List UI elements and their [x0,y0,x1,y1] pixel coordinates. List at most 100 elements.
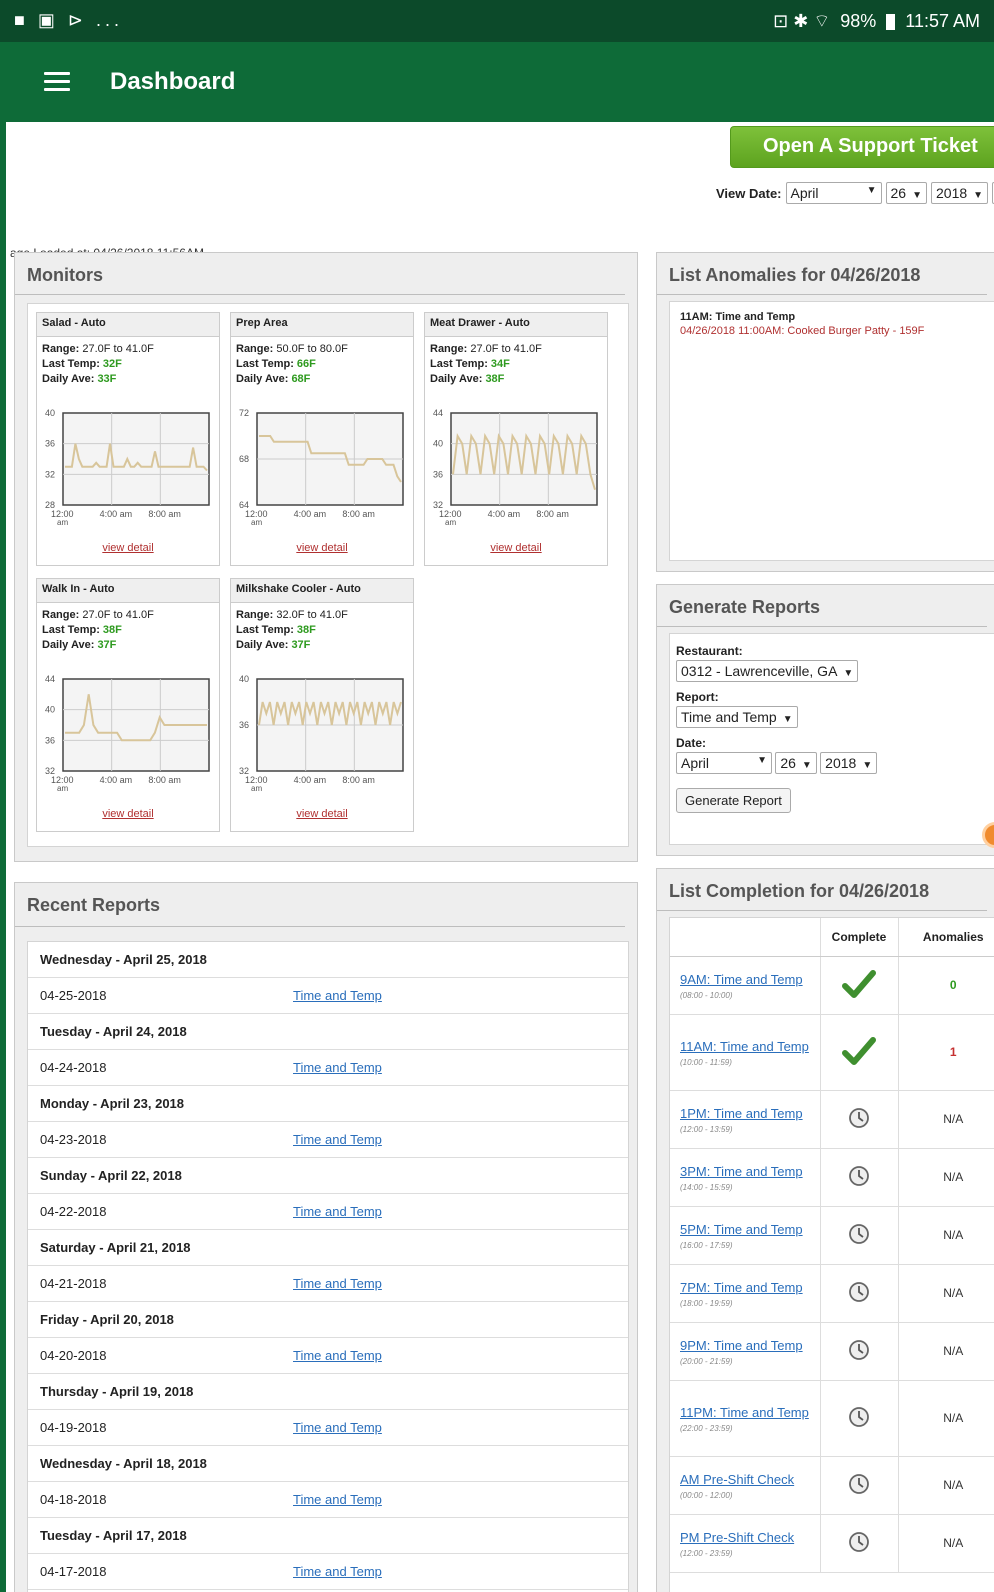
completion-panel: List Completion for 04/26/2018 Complete … [656,868,994,1592]
checklist-time-range: (12:00 - 13:59) [680,1124,733,1134]
range-label: Range: [236,343,274,355]
view-detail-link[interactable]: view detail [296,808,347,820]
y-tick-label: 44 [45,674,55,684]
temperature-chart: 4440363212:00 4:00 am 8:00 amam [433,408,598,527]
report-year-select[interactable]: 2018 ▼ [820,752,878,774]
complete-status [819,1456,898,1515]
complete-status [819,1264,898,1323]
report-link[interactable]: Time and Temp [293,988,382,1003]
view-date-year-select[interactable]: 2018 ▼ [931,182,989,204]
last-temp-value: 38F [102,624,122,636]
x-tick-label: 4:00 am [100,775,133,785]
anomaly-item-detail[interactable]: 04/26/2018 11:00AM: Cooked Burger Patty … [680,324,994,338]
daily-ave-value: 33F [97,373,117,385]
report-link[interactable]: Time and Temp [293,1420,382,1435]
monitor-card: Milkshake Cooler - Auto Range: 32.0F to 4… [230,578,414,832]
date-label: Date: [676,736,707,750]
view-detail-link[interactable]: view detail [296,542,347,554]
checklist-link[interactable]: 3PM: Time and Temp [680,1163,810,1180]
report-link[interactable]: Time and Temp [293,1060,382,1075]
y-tick-label: 40 [433,439,443,449]
report-link[interactable]: Time and Temp [293,1564,382,1579]
generate-report-button[interactable]: Generate Report [676,788,791,813]
checklist-link[interactable]: 9AM: Time and Temp [680,971,810,988]
checklist-link[interactable]: 1PM: Time and Temp [680,1105,810,1122]
x-tick-label: 4:00 am [100,509,133,519]
clock-icon [849,1339,869,1360]
x-tick-label: 4:00 am [488,509,521,519]
checklist-link[interactable]: 5PM: Time and Temp [680,1221,810,1238]
app-bar: Dashboard [0,42,994,122]
view-detail-link[interactable]: view detail [102,542,153,554]
range-value: 27.0F to 41.0F [470,343,542,355]
last-temp-value: 38F [296,624,316,636]
checklist-link[interactable]: 11AM: Time and Temp [680,1038,810,1055]
anomaly-count: N/A [897,1264,994,1323]
report-link[interactable]: Time and Temp [293,1348,382,1363]
complete-status [819,1380,898,1457]
checklist-link[interactable]: 9PM: Time and Temp [680,1337,810,1354]
anomalies-list: 11AM: Time and Temp 04/26/2018 11:00AM: … [669,301,994,561]
completion-row: 1PM: Time and Temp (12:00 - 13:59) N/A [670,1090,994,1149]
daily-ave-value: 68F [291,373,311,385]
clock-icon [849,1473,869,1494]
report-day-header: Thursday - April 19, 2018 [28,1374,628,1410]
daily-ave-label: Daily Ave: [430,373,483,385]
open-support-ticket-button[interactable]: Open A Support Ticket [730,126,994,168]
temperature-chart: 4440363212:00 4:00 am 8:00 amam [45,674,210,793]
checkmark-icon [842,1036,876,1065]
report-row: 04-21-2018 Time and Temp [28,1266,628,1302]
monitors-title: Monitors [15,253,625,295]
monitor-name: Meat Drawer - Auto [425,313,607,337]
battery-icon [886,13,896,30]
daily-ave-label: Daily Ave: [236,373,289,385]
last-temp-label: Last Temp: [236,358,294,370]
view-detail-link[interactable]: view detail [490,542,541,554]
y-tick-label: 40 [45,408,55,418]
report-link[interactable]: Time and Temp [293,1132,382,1147]
view-date-day-select[interactable]: 26 ▼ [885,182,927,204]
monitors-grid: Salad - Auto Range: 27.0F to 41.0F Last Te… [27,303,629,847]
report-label: Report: [676,690,719,704]
checklist-time-range: (18:00 - 19:59) [680,1298,733,1308]
anomaly-count: N/A [897,1322,994,1381]
anomaly-item-title: 11AM: Time and Temp [680,311,796,323]
clock-icon [849,1165,869,1186]
monitors-panel: Monitors Salad - Auto Range: 27.0F to 41.… [14,252,638,862]
clock-icon [849,1223,869,1244]
left-edge [0,122,6,1592]
complete-status [819,1322,898,1381]
anomaly-count: N/A [897,1148,994,1207]
restaurant-select[interactable]: 0312 - Lawrenceville, GA ▼ [676,660,859,682]
daily-ave-value: 38F [485,373,505,385]
checklist-link[interactable]: AM Pre-Shift Check [680,1471,810,1488]
checklist-link[interactable]: 7PM: Time and Temp [680,1279,810,1296]
y-tick-label: 36 [45,439,55,449]
view-date-month-select[interactable]: April ▼ [785,182,882,204]
report-select[interactable]: Time and Temp ▼ [676,706,798,728]
view-date-picker: View Date: April▼ 26▼ 2018▼ G [716,182,994,204]
system-icons: ⊡ ✱ ⌔ [773,11,831,31]
report-link[interactable]: Time and Temp [293,1492,382,1507]
report-month-select[interactable]: April ▼ [676,752,772,774]
range-label: Range: [42,343,80,355]
report-link[interactable]: Time and Temp [293,1276,382,1291]
anomaly-count: N/A [897,1514,994,1573]
range-value: 50.0F to 80.0F [276,343,348,355]
checklist-link[interactable]: PM Pre-Shift Check [680,1529,810,1546]
checklist-link[interactable]: 11PM: Time and Temp [680,1404,810,1421]
report-link[interactable]: Time and Temp [293,1204,382,1219]
view-detail-link[interactable]: view detail [102,808,153,820]
y-tick-label: 40 [45,705,55,715]
complete-status [819,1090,898,1149]
x-tick-label: 4:00 am [294,509,327,519]
report-day-header: Wednesday - April 25, 2018 [28,942,628,978]
recent-reports-title: Recent Reports [15,883,625,927]
menu-icon[interactable] [44,72,70,92]
y-tick-label: 72 [239,408,249,418]
report-day-select[interactable]: 26 ▼ [775,752,817,774]
monitor-card: Meat Drawer - Auto Range: 27.0F to 41.0F L… [424,312,608,566]
anomaly-count: N/A [897,1380,994,1457]
completion-row: 7PM: Time and Temp (18:00 - 19:59) N/A [670,1264,994,1323]
completion-row: 11AM: Time and Temp (10:00 - 11:59) 1 [670,1014,994,1091]
